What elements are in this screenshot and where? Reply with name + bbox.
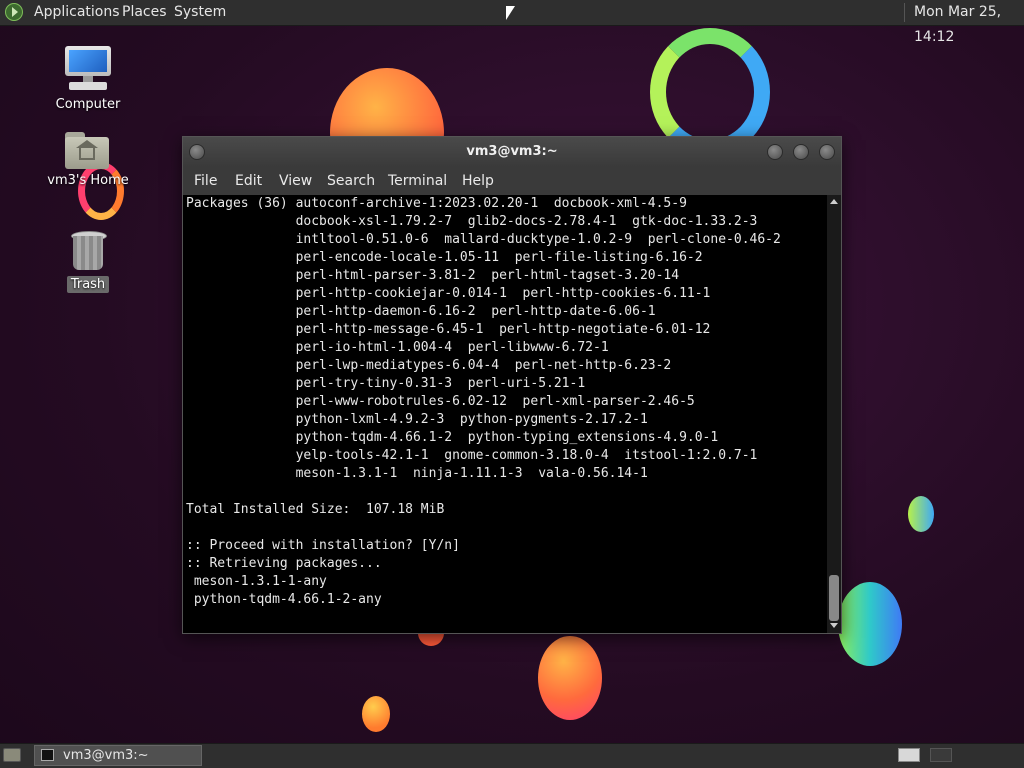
terminal-line: perl-www-robotrules-6.02-12 perl-xml-par… — [186, 394, 695, 409]
maximize-button[interactable] — [793, 144, 809, 160]
terminal-scrollbar[interactable] — [827, 195, 841, 633]
show-desktop-icon[interactable] — [3, 748, 21, 762]
terminal-line: meson-1.3.1-1 ninja-1.11.1-3 vala-0.56.1… — [186, 466, 648, 481]
terminal-line: yelp-tools-42.1-1 gnome-common-3.18.0-4 … — [186, 448, 758, 463]
system-menu[interactable]: System — [174, 0, 226, 25]
terminal-line: intltool-0.51.0-6 mallard-ducktype-1.0.2… — [186, 232, 781, 247]
applications-menu[interactable]: Applications — [34, 0, 120, 25]
terminal-line: python-lxml-4.9.2-3 python-pygments-2.17… — [186, 412, 648, 427]
terminal-line: perl-encode-locale-1.05-11 perl-file-lis… — [186, 250, 703, 265]
desktop-icon-label: vm3's Home — [47, 173, 129, 188]
terminal-line: docbook-xsl-1.79.2-7 glib2-docs-2.78.4-1… — [186, 214, 758, 229]
menu-terminal[interactable]: Terminal — [388, 167, 447, 195]
bottom-panel: vm3@vm3:~ — [0, 743, 1024, 768]
desktop-icon-computer[interactable]: Computer — [43, 44, 133, 113]
menu-file[interactable]: File — [194, 167, 217, 195]
trash-icon — [63, 228, 113, 276]
menu-edit[interactable]: Edit — [235, 167, 262, 195]
terminal-line: perl-html-parser-3.81-2 perl-html-tagset… — [186, 268, 680, 283]
mouse-cursor-icon — [506, 6, 515, 20]
desktop-icon-label: Computer — [55, 97, 121, 112]
terminal-line: python-tqdm-4.66.1-2-any — [186, 592, 382, 607]
top-panel: Applications Places System Mon Mar 25, 1… — [0, 0, 1024, 45]
terminal-window[interactable]: vm3@vm3:~ File Edit View Search Terminal… — [182, 136, 842, 634]
scroll-up-arrow-icon[interactable] — [830, 199, 838, 204]
workspace-switcher[interactable] — [898, 748, 920, 762]
window-title: vm3@vm3:~ — [466, 144, 558, 159]
desktop-icon-home[interactable]: vm3's Home — [43, 128, 133, 189]
terminal-app-icon — [41, 749, 54, 761]
terminal-titlebar[interactable]: vm3@vm3:~ — [183, 137, 841, 167]
computer-icon — [63, 44, 113, 96]
terminal-line: perl-lwp-mediatypes-6.04-4 perl-net-http… — [186, 358, 672, 373]
panel-separator — [904, 3, 905, 22]
wallpaper-blob — [362, 696, 390, 732]
taskbar-button-terminal[interactable]: vm3@vm3:~ — [34, 745, 202, 766]
wallpaper-blob — [908, 496, 934, 532]
desktop-icon-label: Trash — [66, 276, 110, 293]
places-menu[interactable]: Places — [122, 0, 167, 25]
terminal-line: perl-io-html-1.004-4 perl-libwww-6.72-1 — [186, 340, 609, 355]
scrollbar-thumb[interactable] — [829, 575, 839, 621]
taskbar-button-label: vm3@vm3:~ — [63, 748, 149, 763]
menu-view[interactable]: View — [279, 167, 312, 195]
menu-help[interactable]: Help — [462, 167, 494, 195]
terminal-menubar: File Edit View Search Terminal Help — [183, 167, 841, 195]
minimize-button[interactable] — [767, 144, 783, 160]
distro-logo-icon[interactable] — [5, 3, 23, 21]
terminal-line: Packages (36) autoconf-archive-1:2023.02… — [186, 196, 687, 211]
terminal-line: meson-1.3.1-1-any — [186, 574, 327, 589]
clock[interactable]: Mon Mar 25, 14:12 — [914, 0, 1024, 45]
scroll-down-arrow-icon[interactable] — [830, 623, 838, 628]
terminal-line: Total Installed Size: 107.18 MiB — [186, 502, 445, 517]
wallpaper-blob — [838, 582, 902, 666]
menu-search[interactable]: Search — [327, 167, 375, 195]
window-menu-button[interactable] — [189, 144, 205, 160]
wallpaper-blob — [538, 636, 602, 720]
terminal-line: perl-try-tiny-0.31-3 perl-uri-5.21-1 — [186, 376, 586, 391]
terminal-output[interactable]: Packages (36) autoconf-archive-1:2023.02… — [183, 195, 826, 633]
terminal-line: :: Retrieving packages... — [186, 556, 382, 571]
terminal-line: perl-http-daemon-6.16-2 perl-http-date-6… — [186, 304, 656, 319]
desktop-icon-trash[interactable]: Trash — [43, 228, 133, 293]
terminal-line: :: Proceed with installation? [Y/n] — [186, 538, 460, 553]
terminal-line: perl-http-message-6.45-1 perl-http-negot… — [186, 322, 711, 337]
terminal-line: python-tqdm-4.66.1-2 python-typing_exten… — [186, 430, 719, 445]
close-button[interactable] — [819, 144, 835, 160]
terminal-line: perl-http-cookiejar-0.014-1 perl-http-co… — [186, 286, 711, 301]
home-folder-icon — [63, 128, 113, 172]
workspace-switcher[interactable] — [930, 748, 952, 762]
